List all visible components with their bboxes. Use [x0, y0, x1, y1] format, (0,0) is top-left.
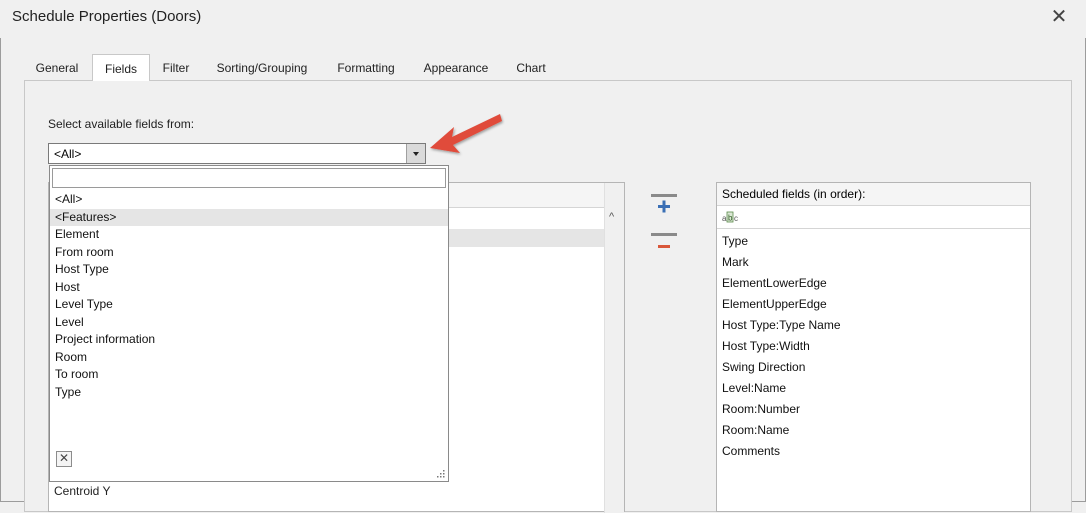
dropdown-items: <All> <Features> Element From room Host … [50, 191, 448, 401]
add-field-icon [651, 194, 677, 213]
dropdown-item-features[interactable]: <Features> [50, 208, 448, 226]
tab-formatting[interactable]: Formatting [326, 56, 406, 80]
tab-general[interactable]: General [24, 56, 90, 80]
fields-from-value: <All> [54, 147, 82, 161]
fields-from-label: Select available fields from: [48, 117, 195, 131]
scheduled-field-item[interactable]: Host Type:Width [717, 336, 1030, 357]
title-bar: Schedule Properties (Doors) ✕ [0, 0, 1086, 38]
available-fields-scrollbar[interactable]: ^ [604, 183, 624, 513]
fields-from-combobox[interactable]: <All> [48, 143, 426, 164]
available-field-item[interactable]: Centroid Y [54, 484, 110, 498]
dropdown-item-to-room[interactable]: To room [50, 366, 448, 384]
scheduled-field-item[interactable]: Mark [717, 252, 1030, 273]
dropdown-item-room[interactable]: Room [50, 349, 448, 367]
dialog-title: Schedule Properties (Doors) [12, 8, 202, 25]
remove-field-icon [651, 233, 677, 248]
dropdown-item-element[interactable]: Element [50, 226, 448, 244]
fields-from-dropdown: <All> <Features> Element From room Host … [49, 165, 449, 482]
dropdown-item-all[interactable]: <All> [50, 191, 448, 209]
tab-chart[interactable]: Chart [506, 56, 556, 80]
add-field-button[interactable] [650, 192, 678, 218]
scheduled-field-item[interactable]: Type [717, 231, 1030, 252]
svg-text:a: a [722, 214, 727, 223]
scheduled-field-item[interactable]: Room:Name [717, 420, 1030, 441]
remove-field-button[interactable] [650, 232, 678, 254]
scroll-up-icon[interactable]: ^ [609, 211, 614, 223]
scheduled-fields-header: Scheduled fields (in order): [717, 183, 1030, 206]
tab-fields[interactable]: Fields [92, 54, 150, 81]
scheduled-field-item[interactable]: Comments [717, 441, 1030, 462]
dropdown-item-from-room[interactable]: From room [50, 244, 448, 262]
red-arrow-icon [430, 114, 502, 153]
scheduled-fields-list[interactable]: Scheduled fields (in order): a b c Type … [716, 182, 1031, 512]
scheduled-field-item[interactable]: Room:Number [717, 399, 1030, 420]
svg-text:b: b [728, 214, 733, 223]
tab-appearance[interactable]: Appearance [414, 56, 498, 80]
scheduled-field-item[interactable]: Level:Name [717, 378, 1030, 399]
dropdown-item-type[interactable]: Type [50, 384, 448, 402]
scheduled-fields-items: Type Mark ElementLowerEdge ElementUpperE… [717, 231, 1030, 462]
scheduled-fields-filter[interactable]: a b c [717, 206, 1030, 229]
scheduled-field-item[interactable]: Host Type:Type Name [717, 315, 1030, 336]
dropdown-item-level[interactable]: Level [50, 314, 448, 332]
dropdown-search-input[interactable] [52, 168, 446, 188]
svg-text:c: c [734, 214, 738, 223]
resize-grip-icon[interactable] [437, 470, 445, 478]
dropdown-item-host-type[interactable]: Host Type [50, 261, 448, 279]
close-button[interactable]: ✕ [1042, 2, 1076, 32]
scheduled-field-item[interactable]: ElementLowerEdge [717, 273, 1030, 294]
scheduled-fields-header-label: Scheduled fields (in order): [722, 187, 866, 201]
dropdown-item-host[interactable]: Host [50, 279, 448, 297]
clear-search-button[interactable]: ✕ [56, 451, 72, 467]
scheduled-field-item[interactable]: ElementUpperEdge [717, 294, 1030, 315]
tab-filter[interactable]: Filter [152, 56, 200, 80]
dropdown-item-level-type[interactable]: Level Type [50, 296, 448, 314]
abc-filter-icon: a b c [722, 211, 738, 223]
scheduled-field-item[interactable]: Swing Direction [717, 357, 1030, 378]
tab-sorting-grouping[interactable]: Sorting/Grouping [206, 56, 318, 80]
dropdown-item-project-information[interactable]: Project information [50, 331, 448, 349]
